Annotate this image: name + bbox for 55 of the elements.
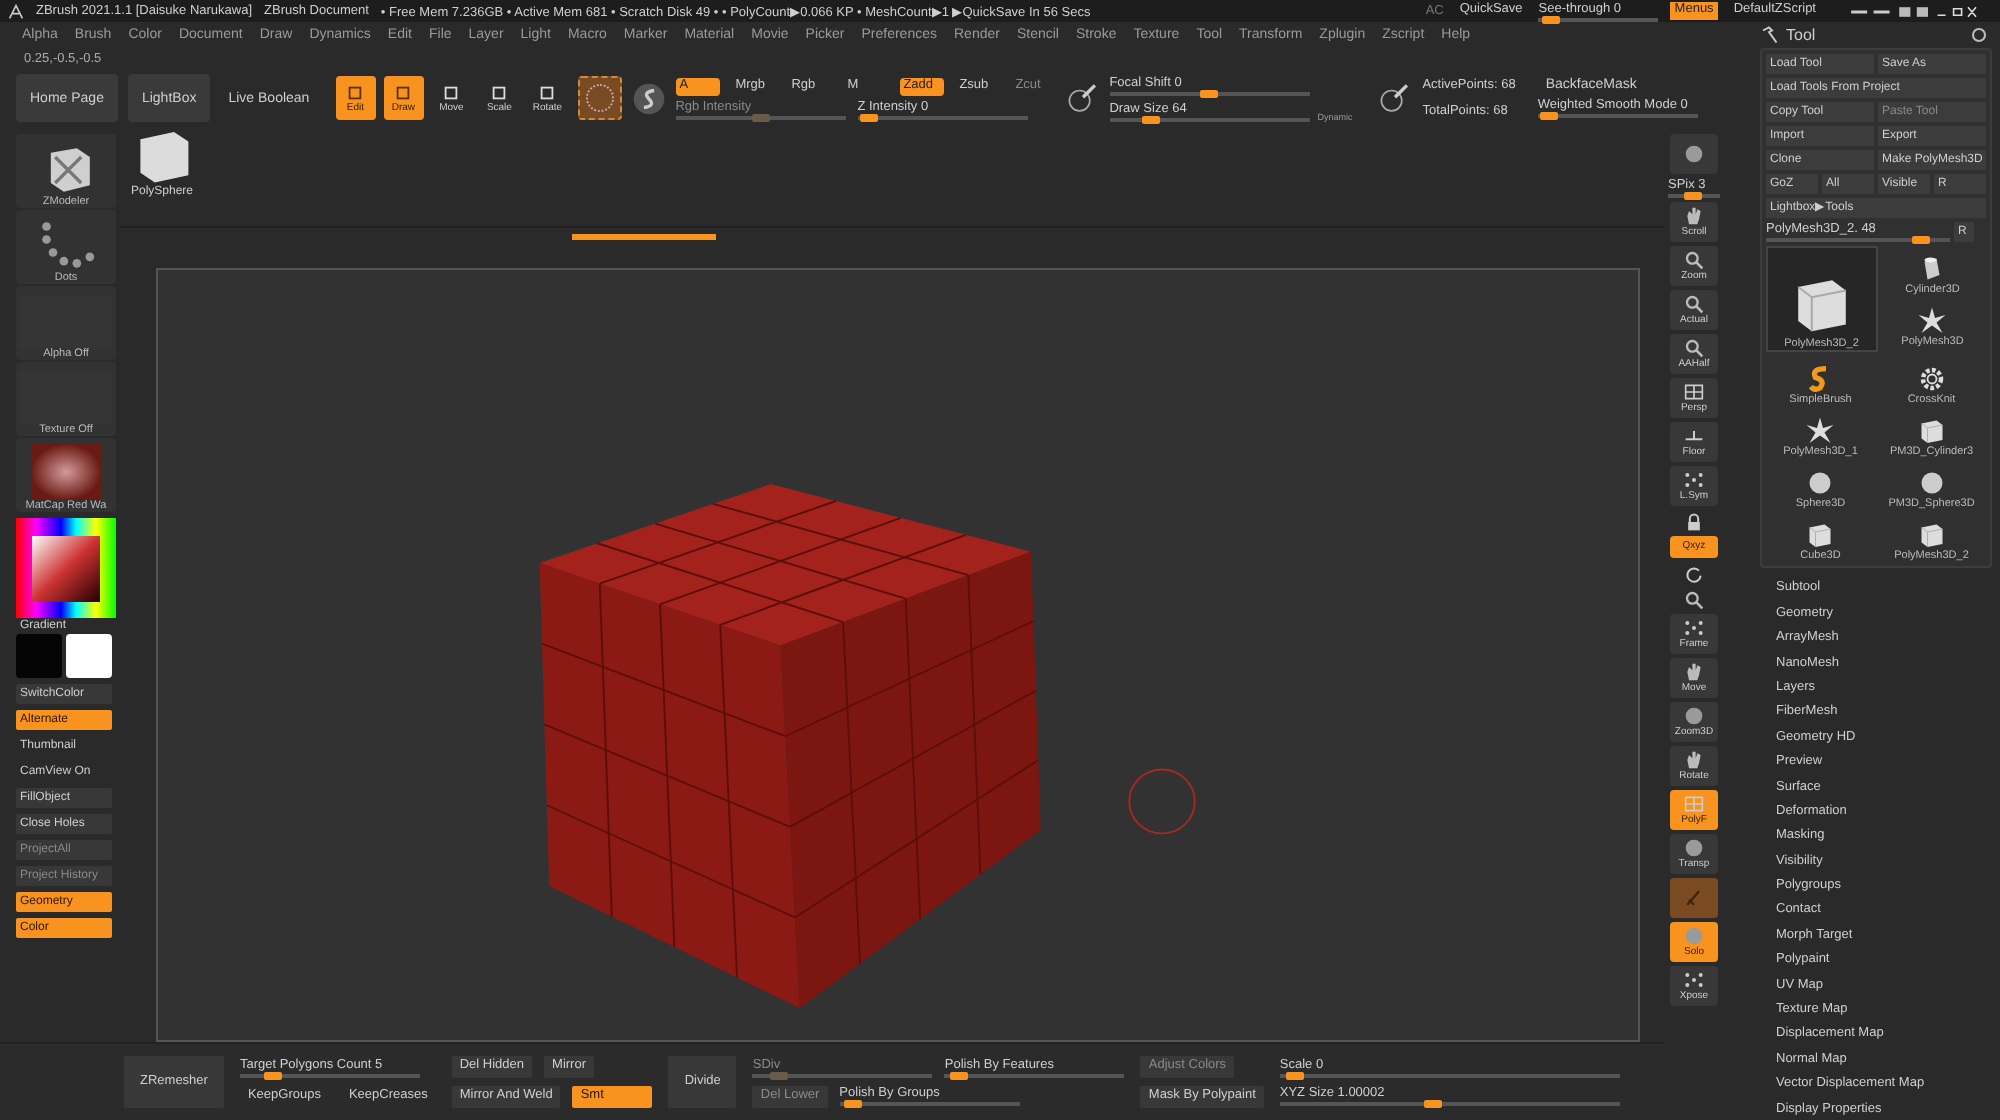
- magnifier-icon: [1684, 338, 1704, 358]
- hand-icon: [1684, 206, 1704, 226]
- slider-handle[interactable]: [860, 113, 879, 121]
- swirl-circle-icon[interactable]: [631, 81, 666, 115]
- lock-icon: [1684, 511, 1704, 531]
- slider-handle[interactable]: [1541, 15, 1560, 23]
- sphere-icon: [1684, 144, 1704, 164]
- square-icon: [538, 83, 557, 101]
- brush-circle-icon: [1065, 81, 1100, 115]
- magnifier-icon: [1684, 589, 1704, 609]
- gear-icon: [1915, 364, 1948, 395]
- slider-handle[interactable]: [1200, 89, 1219, 97]
- cube-icon: [1804, 520, 1837, 551]
- dots-icon: [1684, 970, 1704, 990]
- slider-handle[interactable]: [1424, 1100, 1443, 1108]
- cube-icon: [1915, 520, 1948, 551]
- square-icon: [490, 83, 509, 101]
- color-picker[interactable]: [16, 518, 116, 618]
- slider-handle[interactable]: [264, 1071, 283, 1079]
- magnifier-icon: [1684, 250, 1704, 270]
- star-icon: [1916, 306, 1949, 337]
- hammer-icon: [1760, 26, 1778, 45]
- magnifier-icon: [1684, 294, 1704, 314]
- brush-icon: [1684, 888, 1704, 908]
- hand-icon: [1684, 750, 1704, 770]
- shelf-button[interactable]: [1670, 134, 1718, 174]
- sphere-icon: [1684, 926, 1704, 946]
- rotate-icon: [1684, 563, 1704, 583]
- dots-icon: [1684, 470, 1704, 490]
- slider-handle[interactable]: [949, 1071, 968, 1079]
- square-icon: [346, 83, 365, 101]
- main-color-swatch[interactable]: [16, 634, 62, 678]
- sphere-icon: [1684, 706, 1704, 726]
- floor-icon: [1684, 426, 1704, 446]
- cube-icon: [1915, 416, 1948, 447]
- material-button[interactable]: [577, 76, 622, 120]
- grid-icon: [1684, 382, 1704, 402]
- slider-handle[interactable]: [844, 1100, 863, 1108]
- palette-title: Tool: [1786, 26, 1818, 45]
- square-icon: [394, 83, 413, 101]
- sphere-icon: [1684, 838, 1704, 858]
- slider-handle[interactable]: [1683, 192, 1702, 200]
- slider-handle[interactable]: [1912, 236, 1931, 245]
- app-logo-icon: [8, 3, 24, 19]
- brush-circle-icon: [1378, 81, 1413, 115]
- hand-icon: [1684, 662, 1704, 682]
- slider-handle[interactable]: [1286, 1072, 1305, 1080]
- square-icon: [442, 83, 461, 101]
- star-icon: [1804, 416, 1837, 447]
- dots-icon: [1684, 618, 1704, 638]
- slider-handle[interactable]: [1142, 115, 1161, 123]
- slider-handle[interactable]: [1540, 112, 1559, 120]
- grid-icon: [1684, 794, 1704, 814]
- secondary-color-swatch[interactable]: [66, 634, 112, 678]
- brush-cursor: [1128, 768, 1196, 835]
